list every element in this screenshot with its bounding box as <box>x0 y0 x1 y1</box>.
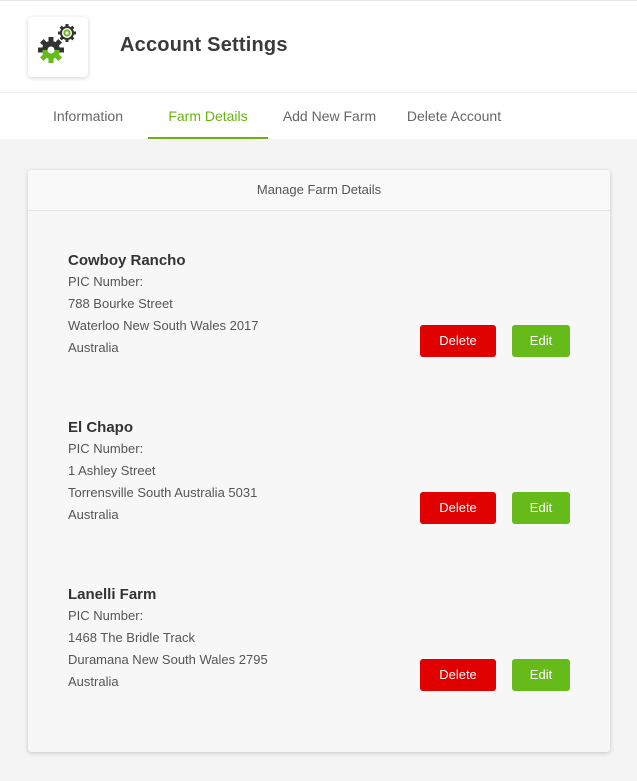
tab-add-new-farm[interactable]: Add New Farm <box>276 93 383 139</box>
farm-country: Australia <box>68 340 119 355</box>
page-header: Account Settings <box>0 0 637 92</box>
delete-farm-button[interactable]: Delete <box>420 492 496 524</box>
farm-name: Lanelli Farm <box>68 586 157 603</box>
farm-locality: Torrensville South Australia 5031 <box>68 485 258 500</box>
farm-item: Lanelli Farm PIC Number: 1468 The Bridle… <box>68 586 588 706</box>
gears-icon <box>38 24 76 63</box>
card-title: Manage Farm Details <box>28 170 610 211</box>
farm-locality: Duramana New South Wales 2795 <box>68 652 268 667</box>
logo <box>28 17 88 77</box>
edit-farm-button[interactable]: Edit <box>512 659 570 691</box>
farm-item: Cowboy Rancho PIC Number: 788 Bourke Str… <box>68 252 588 372</box>
tab-information[interactable]: Information <box>44 93 132 139</box>
farm-locality: Waterloo New South Wales 2017 <box>68 318 259 333</box>
farm-pic-number: PIC Number: <box>68 441 144 456</box>
farm-item: El Chapo PIC Number: 1 Ashley Street Tor… <box>68 419 588 539</box>
manage-farm-card: Manage Farm Details Cowboy Rancho PIC Nu… <box>28 170 610 752</box>
farm-pic-number: PIC Number: <box>68 274 144 289</box>
settings-tabs: Information Farm Details Add New Farm De… <box>0 92 637 139</box>
farm-country: Australia <box>68 674 119 689</box>
delete-farm-button[interactable]: Delete <box>420 659 496 691</box>
delete-farm-button[interactable]: Delete <box>420 325 496 357</box>
farm-street: 1468 The Bridle Track <box>68 630 195 645</box>
edit-farm-button[interactable]: Edit <box>512 492 570 524</box>
page-title: Account Settings <box>120 34 288 56</box>
farm-pic-number: PIC Number: <box>68 608 144 623</box>
farm-country: Australia <box>68 507 119 522</box>
farm-street: 788 Bourke Street <box>68 296 173 311</box>
farm-name: Cowboy Rancho <box>68 252 186 269</box>
farm-name: El Chapo <box>68 419 134 436</box>
farm-street: 1 Ashley Street <box>68 463 156 478</box>
tab-delete-account[interactable]: Delete Account <box>398 93 510 139</box>
tab-farm-details[interactable]: Farm Details <box>148 93 268 139</box>
edit-farm-button[interactable]: Edit <box>512 325 570 357</box>
